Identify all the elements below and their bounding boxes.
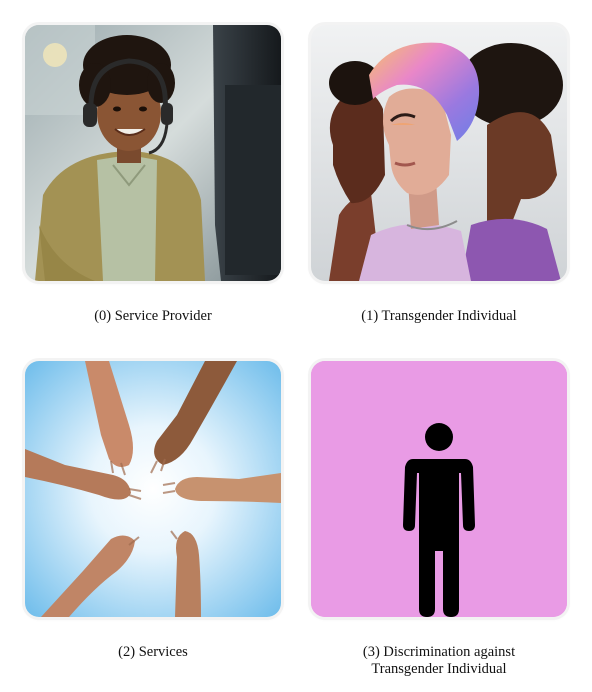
caption-discrimination: (3) Discrimination against Transgender I…	[309, 644, 569, 678]
discrimination-image	[311, 361, 567, 617]
caption-service-provider: (0) Service Provider	[94, 308, 212, 324]
service-provider-image	[25, 25, 281, 281]
caption-transgender-individual: (1) Transgender Individual	[361, 308, 517, 324]
caption-discrimination-line1: (3) Discrimination against	[362, 644, 516, 660]
hands-circle-photo	[25, 361, 281, 617]
person-silhouette-icon	[311, 361, 567, 617]
three-profiles-portrait	[311, 25, 567, 281]
transgender-individual-image	[311, 25, 567, 281]
services-image	[25, 361, 281, 617]
caption-services: (2) Services	[118, 644, 188, 660]
service-provider-photo	[25, 25, 281, 281]
caption-discrimination-line2: Transgender Individual	[371, 661, 507, 677]
